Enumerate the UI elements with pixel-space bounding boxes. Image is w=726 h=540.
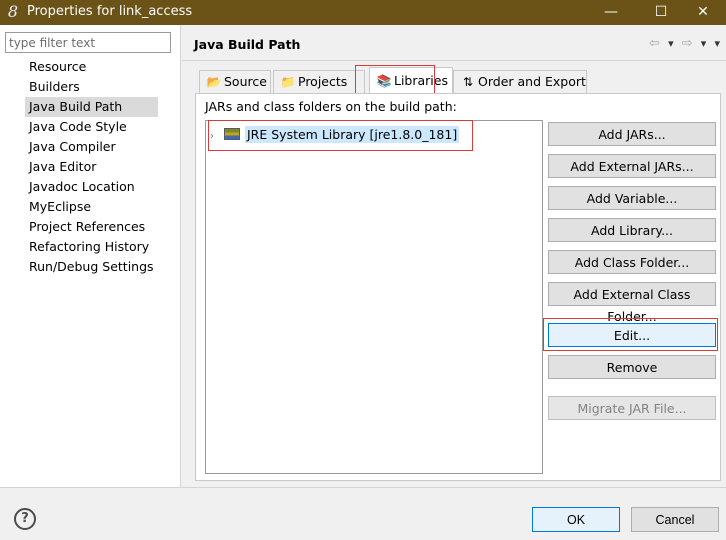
library-tree[interactable]: › JRE System Library [jre1.8.0_181] [205,120,543,474]
maximize-icon[interactable]: ☐ [638,0,684,25]
sidebar-item-run-debug-settings[interactable]: Run/Debug Settings [25,257,158,277]
remove-button[interactable]: Remove [548,355,716,379]
migrate-jar-button[interactable]: Migrate JAR File... [548,396,716,420]
view-menu-icon[interactable]: ▾ [714,37,720,50]
sidebar-list: Resource Builders Java Build Path Java C… [25,57,158,277]
tab-label: Order and Export [478,74,586,89]
sidebar-item-java-code-style[interactable]: Java Code Style [25,117,158,137]
libraries-tab-highlight [355,65,435,96]
close-icon[interactable]: ✕ [680,0,726,25]
sidebar: Resource Builders Java Build Path Java C… [0,25,181,487]
tab-label: Source [224,74,267,89]
sidebar-item-javadoc-location[interactable]: Javadoc Location [25,177,158,197]
page-title: Java Build Path [194,37,301,52]
sidebar-item-builders[interactable]: Builders [25,77,158,97]
sidebar-item-java-build-path[interactable]: Java Build Path [25,97,158,117]
tab-projects[interactable]: 📁 Projects [273,70,365,93]
header-divider [182,60,726,61]
window-title: Properties for link_access [27,4,193,19]
back-menu-icon[interactable]: ▾ [668,37,674,50]
projects-icon: 📁 [280,75,296,89]
sidebar-item-myeclipse[interactable]: MyEclipse [25,197,158,217]
forward-arrow-icon[interactable]: ⇨ [682,36,693,51]
back-arrow-icon[interactable]: ⇦ [649,36,660,51]
add-variable-button[interactable]: Add Variable... [548,186,716,210]
properties-page: Java Build Path ⇦ ▾ ⇨ ▾ ▾ 📂 Source 📁 Proje… [182,25,726,487]
source-folder-icon: 📂 [206,75,222,89]
tab-label: Projects [298,74,348,89]
jre-library-highlight [208,120,473,151]
add-external-class-folder-button[interactable]: Add External Class Folder... [548,282,716,324]
add-jars-button[interactable]: Add JARs... [548,122,716,146]
libraries-panel: JARs and class folders on the build path… [195,93,721,481]
forward-menu-icon[interactable]: ▾ [701,37,707,50]
sidebar-item-project-references[interactable]: Project References [25,217,158,237]
sidebar-item-resource[interactable]: Resource [25,57,158,77]
add-class-folder-button[interactable]: Add Class Folder... [548,250,716,274]
tab-source[interactable]: 📂 Source [199,70,271,93]
cancel-button[interactable]: Cancel [631,507,719,532]
help-icon[interactable]: ? [14,508,36,530]
order-export-icon: ⇅ [462,75,474,89]
edit-button-highlight [543,318,718,351]
add-external-jars-button[interactable]: Add External JARs... [548,154,716,178]
filter-input[interactable] [5,32,171,53]
add-library-button[interactable]: Add Library... [548,218,716,242]
sidebar-item-java-editor[interactable]: Java Editor [25,157,158,177]
footer-divider [0,487,726,488]
page-navigation: ⇦ ▾ ⇨ ▾ ▾ [645,36,720,51]
sidebar-item-refactoring-history[interactable]: Refactoring History [25,237,158,257]
title-bar: 8 Properties for link_access — ☐ ✕ [0,0,726,25]
eclipse-icon: 8 [7,2,19,21]
build-path-heading: JARs and class folders on the build path… [205,99,457,114]
tab-order-and-export[interactable]: ⇅ Order and Export [453,70,587,93]
minimize-icon[interactable]: — [588,0,634,25]
sidebar-item-java-compiler[interactable]: Java Compiler [25,137,158,157]
ok-button[interactable]: OK [532,507,620,532]
